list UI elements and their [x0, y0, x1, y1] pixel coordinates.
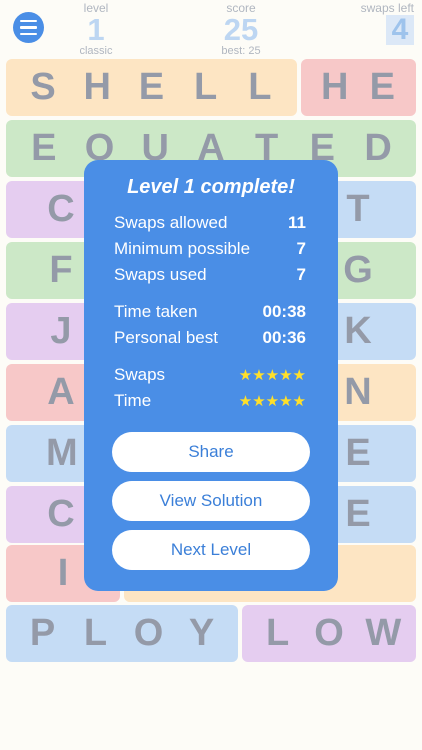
hamburger-menu-icon — [20, 19, 37, 23]
star-icon: ★ — [292, 367, 306, 384]
tile-letter: E — [345, 493, 371, 535]
tile-letter: P — [29, 612, 56, 654]
tile-letter: G — [343, 249, 373, 291]
dialog-title: Level 1 complete! — [127, 176, 295, 198]
tile-letter: F — [49, 249, 73, 291]
time-label: Personal best — [114, 328, 218, 347]
time-value: 00:38 — [262, 302, 306, 321]
rating-row-time: Time ★★★★★ — [114, 390, 306, 412]
time-row-taken: Time taken 00:38 — [114, 301, 306, 323]
tile-letter: K — [344, 310, 372, 352]
tile-letter: D — [364, 127, 392, 169]
view-solution-button[interactable]: View Solution — [112, 481, 310, 521]
tile-letter: E — [31, 127, 57, 169]
star-icon: ★ — [238, 393, 253, 410]
tile-letter: C — [47, 188, 75, 230]
star-icon: ★ — [292, 393, 306, 410]
tile-letter: L — [194, 66, 218, 108]
stat-row-swaps-allowed: Swaps allowed 11 — [114, 212, 306, 234]
star-icon: ★ — [265, 367, 280, 384]
level-value: 1 — [87, 12, 105, 47]
menu-button[interactable] — [13, 12, 44, 43]
word-tile[interactable]: PLOY — [6, 605, 238, 662]
tile-letter: J — [50, 310, 72, 352]
tile-letter: E — [369, 66, 395, 108]
game-mode: classic — [79, 45, 113, 57]
tile-letter: L — [83, 612, 108, 654]
share-button[interactable]: Share — [112, 432, 310, 472]
tile-letter: H — [83, 66, 111, 108]
tile-letter: A — [47, 371, 75, 413]
tile-letter: I — [57, 552, 69, 594]
stat-value: 7 — [296, 265, 306, 284]
tile-letter: Y — [188, 612, 215, 654]
star-icon: ★ — [279, 367, 293, 384]
stat-value: 11 — [288, 213, 306, 232]
tile-letter: L — [266, 612, 290, 654]
star-icon: ★ — [265, 393, 280, 410]
stat-label: Swaps used — [114, 265, 207, 284]
swaps-left-indicator: swaps left 4 — [361, 2, 414, 45]
tile-letter: L — [248, 66, 272, 108]
star-rating: ★★★★★ — [239, 366, 306, 384]
word-tile[interactable]: HE — [301, 59, 416, 116]
stat-value: 7 — [296, 239, 306, 258]
tile-letter: M — [46, 432, 78, 474]
tile-letter: E — [138, 66, 165, 108]
tile-letter: O — [133, 612, 164, 654]
tile-letter: E — [345, 432, 371, 474]
rating-row-swaps: Swaps ★★★★★ — [114, 364, 306, 386]
level-indicator: level 1 classic — [66, 2, 126, 57]
level-complete-dialog: Level 1 complete! Swaps allowed 11 Minim… — [84, 160, 338, 591]
stat-row-minimum-possible: Minimum possible 7 — [114, 238, 306, 260]
word-tile[interactable]: LOW — [242, 605, 416, 662]
star-icon: ★ — [252, 367, 266, 384]
star-icon: ★ — [279, 393, 293, 410]
stat-label: Swaps allowed — [114, 213, 228, 232]
best-score: best: 25 — [221, 45, 261, 57]
score-indicator: score 25 best: 25 — [206, 2, 276, 57]
stat-label: Minimum possible — [114, 239, 251, 258]
next-level-button[interactable]: Next Level — [112, 530, 310, 570]
tile-letter: N — [344, 371, 372, 413]
time-label: Time taken — [114, 302, 198, 321]
tile-letter: O — [314, 612, 344, 654]
star-icon: ★ — [252, 393, 266, 410]
tile-letter: W — [365, 612, 402, 654]
rating-label: Swaps — [114, 365, 166, 384]
swaps-left-value: 4 — [386, 15, 414, 45]
score-value: 25 — [223, 12, 259, 47]
star-rating: ★★★★★ — [239, 392, 306, 410]
tile-letter: H — [321, 66, 349, 108]
tile-letter: C — [47, 493, 75, 535]
star-icon: ★ — [238, 367, 253, 384]
rating-label: Time — [114, 391, 152, 410]
time-value: 00:36 — [262, 328, 306, 347]
tile-letter: S — [30, 66, 56, 108]
time-row-personal-best: Personal best 00:36 — [114, 327, 306, 349]
tile-letter: T — [346, 188, 370, 230]
word-tile[interactable]: SHELL — [6, 59, 297, 116]
stat-row-swaps-used: Swaps used 7 — [114, 264, 306, 286]
